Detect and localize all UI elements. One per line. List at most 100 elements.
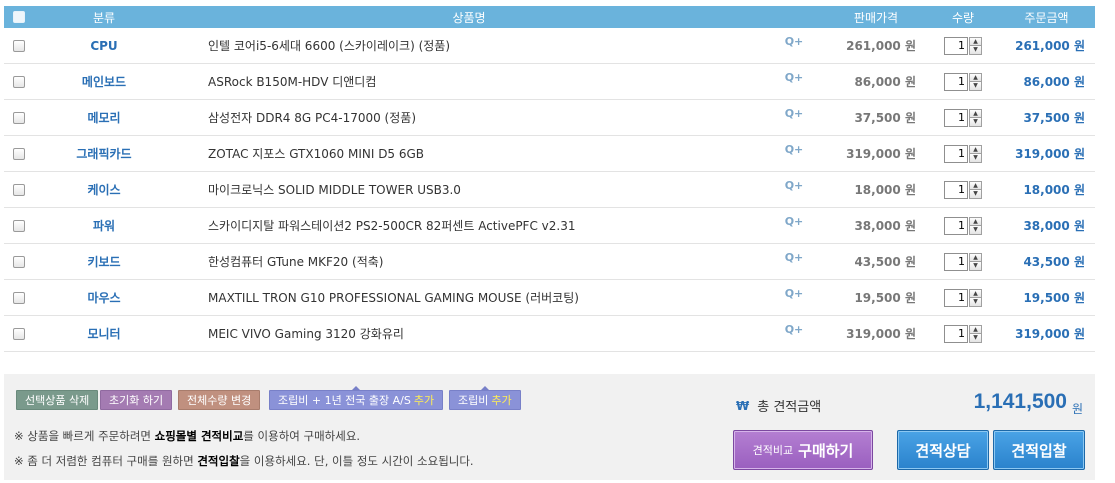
quick-view-icon[interactable]: Q+ (785, 287, 804, 300)
row-checkbox[interactable] (13, 291, 25, 304)
quantity-input[interactable] (944, 324, 968, 343)
row-total: 19,500 원 (1023, 291, 1085, 305)
increment-icon[interactable]: ▲ (969, 216, 982, 226)
increment-icon[interactable]: ▲ (969, 252, 982, 262)
decrement-icon[interactable]: ▼ (969, 225, 982, 235)
row-checkbox[interactable] (13, 147, 25, 160)
table-row: 케이스 마이크로닉스 SOLID MIDDLE TOWER USB3.0 Q+ … (4, 172, 1095, 208)
quick-view-icon[interactable]: Q+ (785, 35, 804, 48)
row-price: 19,500 원 (854, 291, 916, 305)
quantity-stepper: ▲ ▼ (944, 36, 982, 55)
table-row: 메인보드 ASRock B150M-HDV 디앤디컴 Q+ 86,000 원 ▲… (4, 64, 1095, 100)
table-row: CPU 인텔 코어i5-6세대 6600 (스카이레이크) (정품) Q+ 26… (4, 28, 1095, 64)
row-product-name[interactable]: ZOTAC 지포스 GTX1060 MINI D5 6GB (208, 147, 424, 161)
row-checkbox[interactable] (13, 39, 25, 52)
table-row: 마우스 MAXTILL TRON G10 PROFESSIONAL GAMING… (4, 280, 1095, 316)
increment-icon[interactable]: ▲ (969, 72, 982, 82)
add-assembly-as-button[interactable]: 조립비 + 1년 전국 출장 A/S 추가 (269, 386, 444, 410)
decrement-icon[interactable]: ▼ (969, 117, 982, 127)
decrement-icon[interactable]: ▼ (969, 261, 982, 271)
table-header: 분류 상품명 판매가격 수량 주문금액 (4, 6, 1095, 28)
row-product-name[interactable]: 마이크로닉스 SOLID MIDDLE TOWER USB3.0 (208, 183, 461, 197)
quantity-input[interactable] (944, 36, 968, 55)
quantity-input[interactable] (944, 72, 968, 91)
quantity-input[interactable] (944, 216, 968, 235)
decrement-icon[interactable]: ▼ (969, 45, 982, 55)
increment-icon[interactable]: ▲ (969, 36, 982, 46)
quantity-stepper: ▲ ▼ (944, 252, 982, 271)
quantity-input[interactable] (944, 108, 968, 127)
increment-icon[interactable]: ▲ (969, 144, 982, 154)
row-product-name[interactable]: 한성컴퓨터 GTune MKF20 (적축) (208, 255, 383, 269)
row-price: 86,000 원 (854, 75, 916, 89)
change-all-qty-button[interactable]: 전체수량 변경 (178, 390, 261, 410)
decrement-icon[interactable]: ▼ (969, 189, 982, 199)
row-product-name[interactable]: 인텔 코어i5-6세대 6600 (스카이레이크) (정품) (208, 39, 450, 53)
row-category: CPU (90, 38, 118, 53)
row-checkbox[interactable] (13, 75, 25, 88)
row-total: 261,000 원 (1015, 39, 1085, 53)
quantity-stepper: ▲ ▼ (944, 324, 982, 343)
row-checkbox[interactable] (13, 111, 25, 124)
quantity-input[interactable] (944, 180, 968, 199)
row-price: 18,000 원 (854, 183, 916, 197)
delete-selected-button[interactable]: 선택상품 삭제 (16, 390, 99, 410)
quantity-input[interactable] (944, 288, 968, 307)
row-category: 키보드 (87, 255, 121, 269)
quantity-input[interactable] (944, 252, 968, 271)
row-checkbox[interactable] (13, 255, 25, 268)
header-qty: 수량 (951, 10, 975, 25)
quick-view-icon[interactable]: Q+ (785, 179, 804, 192)
row-checkbox[interactable] (13, 183, 25, 196)
add-assembly-button[interactable]: 조립비 추가 (449, 386, 521, 410)
quick-view-icon[interactable]: Q+ (785, 107, 804, 120)
order-summary-panel: 선택상품 삭제 초기화 하기 전체수량 변경 조립비 + 1년 전국 출장 A/… (4, 374, 1095, 480)
row-checkbox[interactable] (13, 219, 25, 232)
quick-view-icon[interactable]: Q+ (785, 323, 804, 336)
row-price: 37,500 원 (854, 111, 916, 125)
quantity-stepper: ▲ ▼ (944, 144, 982, 163)
decrement-icon[interactable]: ▼ (969, 153, 982, 163)
decrement-icon[interactable]: ▼ (969, 297, 982, 307)
row-product-name[interactable]: 삼성전자 DDR4 8G PC4-17000 (정품) (208, 111, 416, 125)
notch-decoration (479, 386, 490, 391)
row-product-name[interactable]: MEIC VIVO Gaming 3120 강화유리 (208, 327, 404, 341)
row-category: 마우스 (87, 291, 121, 305)
row-category: 케이스 (87, 183, 121, 197)
quick-view-icon[interactable]: Q+ (785, 143, 804, 156)
increment-icon[interactable]: ▲ (969, 108, 982, 118)
quick-view-icon[interactable]: Q+ (785, 71, 804, 84)
row-price: 38,000 원 (854, 219, 916, 233)
row-checkbox[interactable] (13, 327, 25, 340)
note-bid: ※ 좀 더 저렴한 컴퓨터 구매를 원하면 견적입찰을 이용하세요. 단, 이틀… (14, 454, 474, 468)
select-all-checkbox[interactable] (13, 11, 25, 23)
row-product-name[interactable]: ASRock B150M-HDV 디앤디컴 (208, 75, 376, 89)
row-total: 319,000 원 (1015, 327, 1085, 341)
select-all-cell (4, 11, 34, 23)
row-total: 18,000 원 (1023, 183, 1085, 197)
reset-button[interactable]: 초기화 하기 (100, 390, 173, 410)
quick-view-icon[interactable]: Q+ (785, 215, 804, 228)
row-price: 261,000 원 (846, 39, 916, 53)
compare-buy-button[interactable]: 견적비교 구매하기 (733, 430, 873, 470)
row-product-name[interactable]: MAXTILL TRON G10 PROFESSIONAL GAMING MOU… (208, 291, 579, 305)
table-row: 메모리 삼성전자 DDR4 8G PC4-17000 (정품) Q+ 37,50… (4, 100, 1095, 136)
table-row: 파워 스카이디지탈 파워스테이션2 PS2-500CR 82퍼센트 Active… (4, 208, 1095, 244)
row-total: 319,000 원 (1015, 147, 1085, 161)
consult-button[interactable]: 견적상담 (897, 430, 989, 470)
row-category: 메모리 (87, 111, 121, 125)
increment-icon[interactable]: ▲ (969, 180, 982, 190)
row-category: 메인보드 (81, 75, 127, 89)
row-product-name[interactable]: 스카이디지탈 파워스테이션2 PS2-500CR 82퍼센트 ActivePFC… (208, 219, 575, 233)
grand-total: 1,141,500 (973, 390, 1067, 413)
decrement-icon[interactable]: ▼ (969, 81, 982, 91)
increment-icon[interactable]: ▲ (969, 288, 982, 298)
header-total: 주문금액 (1024, 10, 1069, 25)
bid-button[interactable]: 견적입찰 (993, 430, 1085, 470)
quantity-stepper: ▲ ▼ (944, 288, 982, 307)
increment-icon[interactable]: ▲ (969, 324, 982, 334)
quick-view-icon[interactable]: Q+ (785, 251, 804, 264)
row-total: 43,500 원 (1023, 255, 1085, 269)
quantity-input[interactable] (944, 144, 968, 163)
decrement-icon[interactable]: ▼ (969, 333, 982, 343)
